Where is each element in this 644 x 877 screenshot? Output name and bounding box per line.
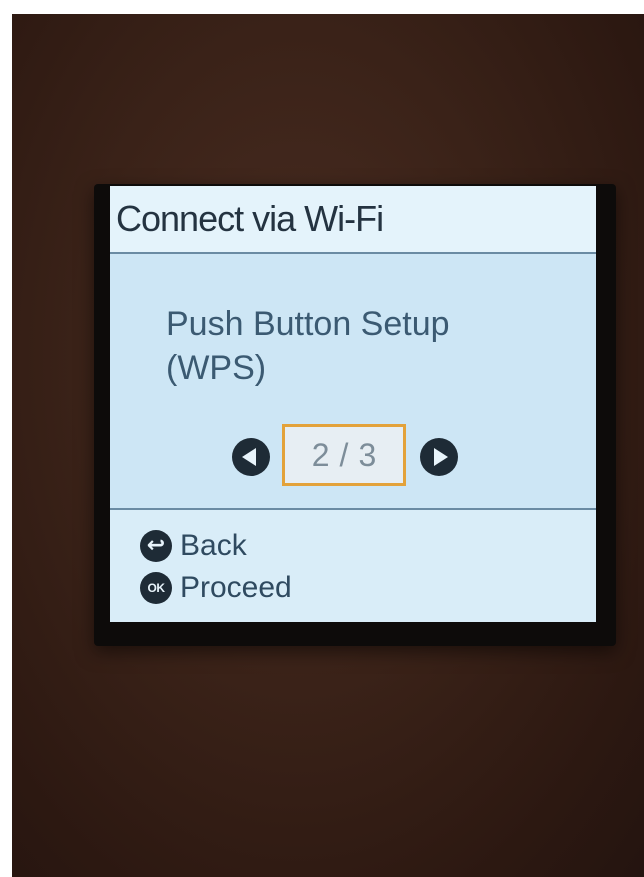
previous-arrow-icon[interactable]	[232, 438, 270, 476]
back-hint[interactable]: ↩ Back	[140, 526, 247, 566]
page-separator: /	[339, 436, 349, 473]
proceed-label: Proceed	[180, 571, 292, 604]
page-indicator: 2 / 3	[282, 424, 406, 486]
next-arrow-icon[interactable]	[420, 438, 458, 476]
back-label: Back	[180, 529, 247, 562]
total-pages: 3	[358, 436, 377, 473]
button-hints: ↩ Back OK Proceed	[110, 508, 596, 622]
option-label-line2: (WPS)	[166, 349, 267, 387]
option-panel[interactable]: Push Button Setup (WPS) 2 / 3	[110, 254, 596, 508]
ok-button-icon: OK	[140, 572, 172, 604]
title-bar: Connect via Wi-Fi	[110, 186, 596, 254]
option-label-line1: Push Button Setup	[166, 305, 450, 343]
current-page: 2	[311, 436, 330, 473]
printer-lcd-screen: Connect via Wi-Fi Push Button Setup (WPS…	[110, 186, 596, 622]
back-icon: ↩	[140, 530, 172, 562]
page-selector: 2 / 3	[110, 424, 596, 492]
option-label: Push Button Setup (WPS)	[166, 302, 586, 390]
page-title: Connect via Wi-Fi	[116, 198, 384, 239]
proceed-hint[interactable]: OK Proceed	[140, 568, 292, 608]
